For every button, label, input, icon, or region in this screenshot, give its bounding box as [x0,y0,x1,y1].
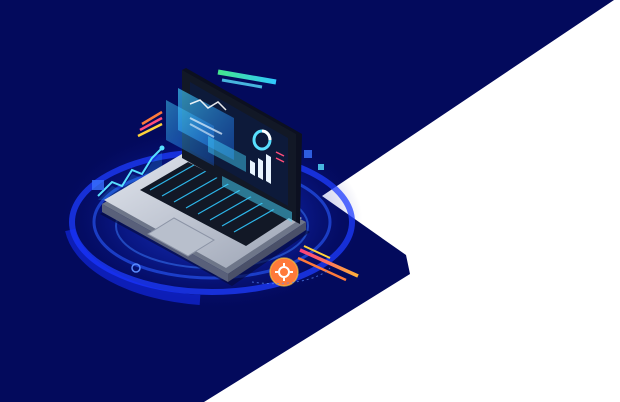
hero-illustration [0,0,614,402]
